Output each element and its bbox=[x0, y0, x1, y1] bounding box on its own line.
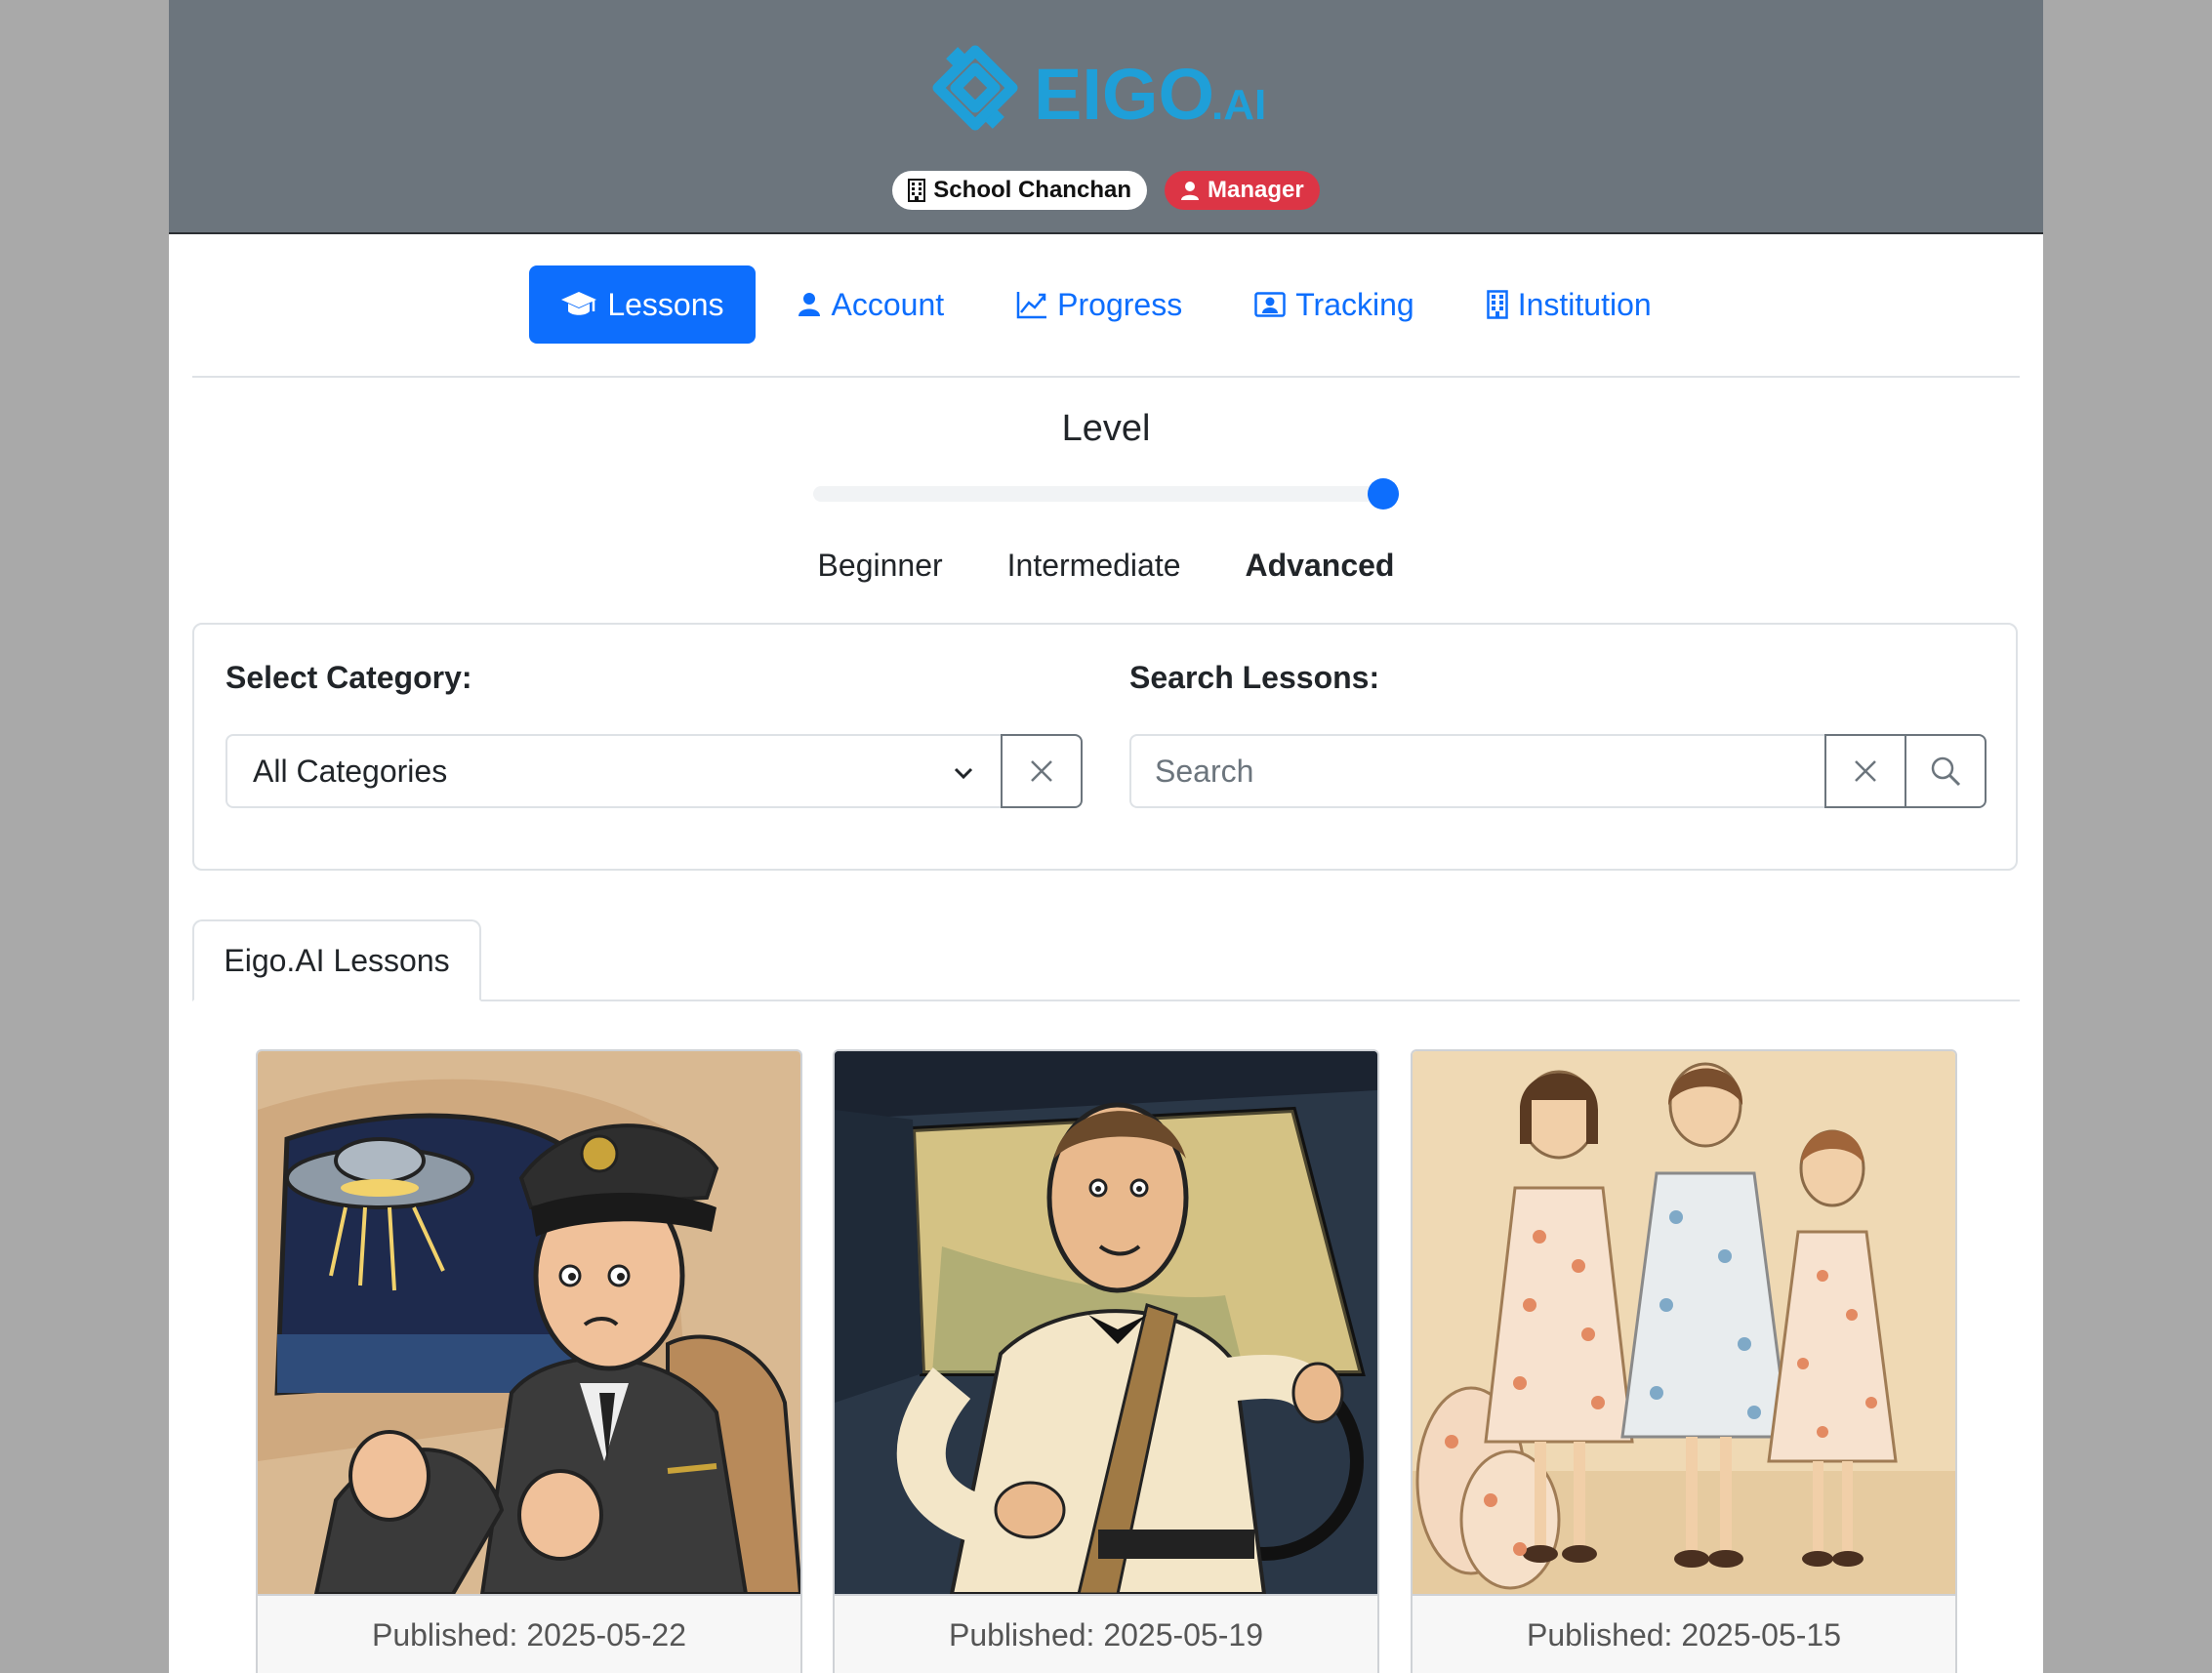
nav-label-tracking: Tracking bbox=[1295, 286, 1414, 322]
clear-category-button[interactable] bbox=[1001, 734, 1083, 808]
tab-eigo-lessons[interactable]: Eigo.AI Lessons bbox=[192, 919, 481, 1001]
nav-item-progress[interactable]: Progress bbox=[985, 265, 1213, 344]
building-icon bbox=[908, 179, 926, 202]
level-option-beginner[interactable]: Beginner bbox=[818, 548, 943, 584]
role-badge: Manager bbox=[1164, 171, 1320, 210]
lesson-published-date: Published: 2025-05-19 bbox=[835, 1594, 1377, 1673]
person-icon bbox=[1180, 182, 1199, 200]
search-input[interactable]: Search bbox=[1129, 734, 1824, 808]
building-icon bbox=[1486, 290, 1508, 319]
logo-mark-icon: EIGO .AI bbox=[932, 45, 1266, 135]
nav-item-institution[interactable]: Institution bbox=[1455, 265, 1683, 344]
school-badge: School Chanchan bbox=[892, 171, 1147, 210]
person-card-icon bbox=[1254, 292, 1286, 317]
nav-item-lessons[interactable]: Lessons bbox=[529, 265, 756, 344]
main-nav: Lessons Account Progress Tracking Instit… bbox=[192, 232, 2020, 378]
level-labels: Beginner Intermediate Advanced bbox=[169, 548, 2043, 584]
chart-line-icon bbox=[1016, 292, 1047, 319]
search-icon bbox=[1931, 756, 1961, 787]
search-label: Search Lessons: bbox=[1129, 660, 1380, 695]
nav-item-tracking[interactable]: Tracking bbox=[1223, 265, 1446, 344]
nav-label-account: Account bbox=[831, 286, 945, 322]
chevron-down-icon bbox=[954, 767, 973, 780]
lesson-image-pilot bbox=[258, 1051, 800, 1594]
lesson-card[interactable]: Published: 2025-05-22 bbox=[256, 1049, 802, 1673]
level-slider-thumb[interactable] bbox=[1368, 478, 1399, 510]
logo-text: EIGO bbox=[1034, 54, 1214, 135]
lesson-image-driver bbox=[835, 1051, 1377, 1594]
search-placeholder: Search bbox=[1155, 753, 1254, 789]
category-label: Select Category: bbox=[225, 660, 472, 695]
category-select-value: All Categories bbox=[253, 753, 448, 789]
nav-list: Lessons Account Progress Tracking Instit… bbox=[192, 265, 2020, 344]
nav-label-lessons: Lessons bbox=[607, 286, 724, 322]
level-option-intermediate[interactable]: Intermediate bbox=[1007, 548, 1181, 584]
category-select[interactable]: All Categories bbox=[225, 734, 1003, 808]
level-option-advanced[interactable]: Advanced bbox=[1246, 548, 1395, 584]
logo-suffix: .AI bbox=[1211, 81, 1266, 129]
close-icon bbox=[1855, 760, 1876, 782]
person-icon bbox=[798, 293, 820, 316]
lesson-image-girls bbox=[1413, 1051, 1955, 1594]
graduation-cap-icon bbox=[561, 292, 597, 315]
eigo-logo[interactable]: EIGO .AI bbox=[928, 39, 1280, 146]
lesson-card[interactable]: Published: 2025-05-19 bbox=[833, 1049, 1379, 1673]
close-icon bbox=[1031, 760, 1052, 782]
nav-item-account[interactable]: Account bbox=[765, 265, 976, 344]
app-window: EIGO .AI School Chanchan Manager Lessons… bbox=[169, 0, 2043, 1673]
lesson-card[interactable]: Published: 2025-05-15 bbox=[1411, 1049, 1957, 1673]
level-slider-track[interactable] bbox=[813, 486, 1389, 502]
lesson-published-date: Published: 2025-05-15 bbox=[1413, 1594, 1955, 1673]
nav-label-progress: Progress bbox=[1057, 286, 1183, 322]
nav-label-institution: Institution bbox=[1517, 286, 1652, 322]
search-button[interactable] bbox=[1905, 734, 1987, 808]
header-badges: School Chanchan Manager bbox=[169, 171, 2043, 210]
clear-search-button[interactable] bbox=[1824, 734, 1906, 808]
lesson-published-date: Published: 2025-05-22 bbox=[258, 1594, 800, 1673]
level-title: Level bbox=[1061, 408, 1151, 449]
filter-card: Select Category: All Categories Search L… bbox=[192, 623, 2018, 871]
school-name: School Chanchan bbox=[933, 177, 1131, 203]
role-name: Manager bbox=[1207, 177, 1304, 203]
header: EIGO .AI School Chanchan Manager bbox=[169, 0, 2043, 234]
